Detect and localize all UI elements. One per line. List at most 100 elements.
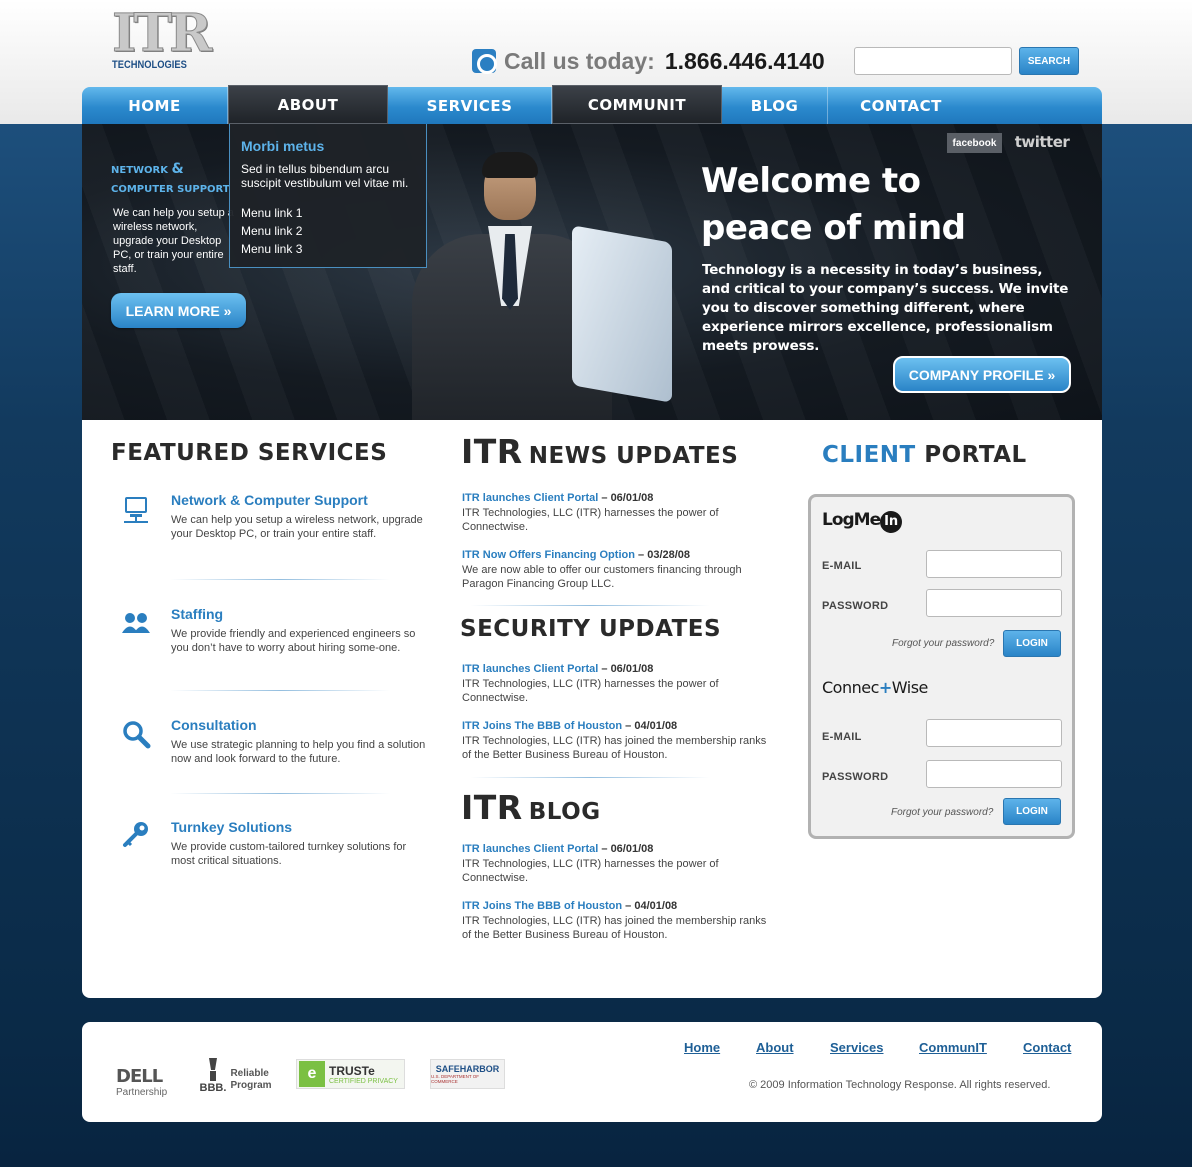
safeharbor-badge[interactable]: SAFEHARBOR U.S. DEPARTMENT OF COMMERCE: [430, 1059, 505, 1089]
nav-about[interactable]: ABOUT: [228, 85, 388, 124]
footer-link-about[interactable]: About: [756, 1040, 794, 1055]
news-desc: ITR Technologies, LLC (ITR) has joined t…: [462, 914, 767, 942]
footer-link-home[interactable]: Home: [684, 1040, 720, 1055]
search-input[interactable]: [854, 47, 1012, 75]
about-dropdown-menu: Morbi metus Sed in tellus bibendum arcu …: [229, 124, 427, 268]
news-link[interactable]: ITR Now Offers Financing Option: [462, 549, 635, 561]
company-profile-button[interactable]: COMPANY PROFILE »: [893, 356, 1071, 393]
facebook-button[interactable]: facebook: [947, 133, 1002, 153]
businessman-image: [402, 134, 702, 420]
nav-blog[interactable]: BLOG: [722, 87, 828, 124]
blog-item: ITR launches Client Portal – 06/01/08 IT…: [462, 843, 719, 885]
featured-services-title: FEATURED SERVICES: [111, 440, 388, 466]
service-desc: We can help you setup a wireless network…: [171, 514, 423, 540]
divider: [470, 605, 710, 606]
news-desc: ITR Technologies, LLC (ITR) has joined t…: [462, 734, 767, 762]
divider: [470, 777, 710, 778]
service-consultation: Consultation We use strategic planning t…: [171, 717, 431, 766]
news-link[interactable]: ITR Joins The BBB of Houston: [462, 720, 622, 732]
hero-title: Welcome to peace of mind: [701, 161, 966, 248]
service-turnkey: Turnkey Solutions We provide custom-tail…: [171, 819, 431, 868]
connectwise-login-button[interactable]: LOGIN: [1003, 798, 1061, 825]
twitter-button[interactable]: twitter: [1010, 132, 1074, 152]
connectwise-logo: Connec+Wise: [822, 678, 928, 697]
truste-badge[interactable]: e TRUSTe CERTIFIED PRIVACY: [296, 1059, 405, 1089]
main-nav: HOME ABOUT SERVICES COMMUNIT BLOG CONTAC…: [82, 85, 1102, 124]
logmein-password-label: PASSWORD: [822, 600, 889, 612]
dell-partnership-badge[interactable]: DELL Partnership: [116, 1066, 176, 1098]
security-item: ITR Joins The BBB of Houston – 04/01/08 …: [462, 720, 767, 762]
service-title[interactable]: Turnkey Solutions: [171, 819, 431, 835]
computer-icon: [124, 497, 148, 523]
logmein-login-button[interactable]: LOGIN: [1003, 630, 1061, 657]
service-desc: We provide custom-tailored turnkey solut…: [171, 841, 407, 867]
news-link[interactable]: ITR launches Client Portal: [462, 663, 598, 675]
hero-side-text: We can help you setup a wireless network…: [113, 207, 234, 275]
logmein-logo: LogMe In: [822, 510, 903, 533]
security-updates-title: SECURITY UPDATES: [460, 616, 722, 642]
nav-home[interactable]: HOME: [82, 87, 228, 124]
key-icon: [123, 822, 148, 847]
dropdown-link-2[interactable]: Menu link 2: [241, 222, 415, 240]
news-link[interactable]: ITR launches Client Portal: [462, 843, 598, 855]
news-link[interactable]: ITR Joins The BBB of Houston: [462, 900, 622, 912]
search-button[interactable]: SEARCH: [1019, 47, 1079, 75]
call-label: Call us today:: [504, 47, 655, 74]
magnifier-icon: [123, 721, 151, 749]
logmein-email-input[interactable]: [926, 550, 1062, 578]
service-staffing: Staffing We provide friendly and experie…: [171, 606, 431, 655]
news-desc: We are now able to offer our customers f…: [462, 563, 742, 591]
hero-side-title: NETWORK & COMPUTER SUPPORT: [111, 161, 230, 195]
dropdown-link-3[interactable]: Menu link 3: [241, 240, 415, 258]
footer-link-communit[interactable]: CommunIT: [919, 1040, 987, 1055]
logmein-forgot-password-link[interactable]: Forgot your password?: [892, 638, 994, 649]
service-title[interactable]: Staffing: [171, 606, 431, 622]
service-desc: We use strategic planning to help you fi…: [171, 739, 426, 765]
news-desc: ITR Technologies, LLC (ITR) harnesses th…: [462, 857, 719, 885]
hero-text: Technology is a necessity in today’s bus…: [702, 262, 1069, 354]
logmein-email-label: E-MAIL: [822, 560, 862, 572]
users-icon: [122, 613, 150, 633]
nav-services[interactable]: SERVICES: [388, 87, 552, 124]
news-updates-title: ITR NEWS UPDATES: [461, 432, 739, 471]
connectwise-password-label: PASSWORD: [822, 771, 889, 783]
dropdown-text: Sed in tellus bibendum arcu suscipit ves…: [241, 162, 409, 190]
connectwise-forgot-password-link[interactable]: Forgot your password?: [891, 807, 993, 818]
service-desc: We provide friendly and experienced engi…: [171, 628, 416, 654]
client-portal-title: CLIENT PORTAL: [822, 442, 1027, 468]
dropdown-link-1[interactable]: Menu link 1: [241, 204, 415, 222]
service-network: Network & Computer Support We can help y…: [171, 492, 431, 541]
news-item: ITR launches Client Portal – 06/01/08 IT…: [462, 492, 719, 534]
divider: [170, 690, 390, 691]
bbb-badge[interactable]: BBB. Reliable Program: [196, 1052, 276, 1098]
connectwise-email-label: E-MAIL: [822, 731, 862, 743]
connectwise-email-input[interactable]: [926, 719, 1062, 747]
news-link[interactable]: ITR launches Client Portal: [462, 492, 598, 504]
nav-contact[interactable]: CONTACT: [828, 87, 974, 124]
blog-item: ITR Joins The BBB of Houston – 04/01/08 …: [462, 900, 767, 942]
divider: [170, 793, 390, 794]
logo-mark: ITR: [112, 3, 213, 64]
dropdown-title: Morbi metus: [241, 138, 325, 154]
itr-logo[interactable]: ITR TECHNOLOGIES: [112, 3, 213, 78]
service-title[interactable]: Network & Computer Support: [171, 492, 431, 508]
call-us: Call us today: 1.866.446.4140: [472, 46, 825, 76]
divider: [170, 579, 390, 580]
logo-subtitle: TECHNOLOGIES: [112, 59, 187, 71]
bbb-torch-icon: [208, 1058, 217, 1081]
truste-check-icon: e: [299, 1061, 325, 1087]
connectwise-password-input[interactable]: [926, 760, 1062, 788]
footer-link-services[interactable]: Services: [830, 1040, 884, 1055]
security-item: ITR launches Client Portal – 06/01/08 IT…: [462, 663, 719, 705]
learn-more-button[interactable]: LEARN MORE »: [111, 293, 246, 328]
nav-communit[interactable]: COMMUNIT: [552, 85, 722, 124]
itr-blog-title: ITR BLOG: [461, 788, 601, 827]
news-desc: ITR Technologies, LLC (ITR) harnesses th…: [462, 677, 719, 705]
logmein-password-input[interactable]: [926, 589, 1062, 617]
news-item: ITR Now Offers Financing Option – 03/28/…: [462, 549, 742, 591]
news-desc: ITR Technologies, LLC (ITR) harnesses th…: [462, 506, 719, 534]
service-title[interactable]: Consultation: [171, 717, 431, 733]
copyright-text: © 2009 Information Technology Response. …: [749, 1079, 1051, 1091]
footer-link-contact[interactable]: Contact: [1023, 1040, 1071, 1055]
phone-number: 1.866.446.4140: [664, 47, 825, 74]
